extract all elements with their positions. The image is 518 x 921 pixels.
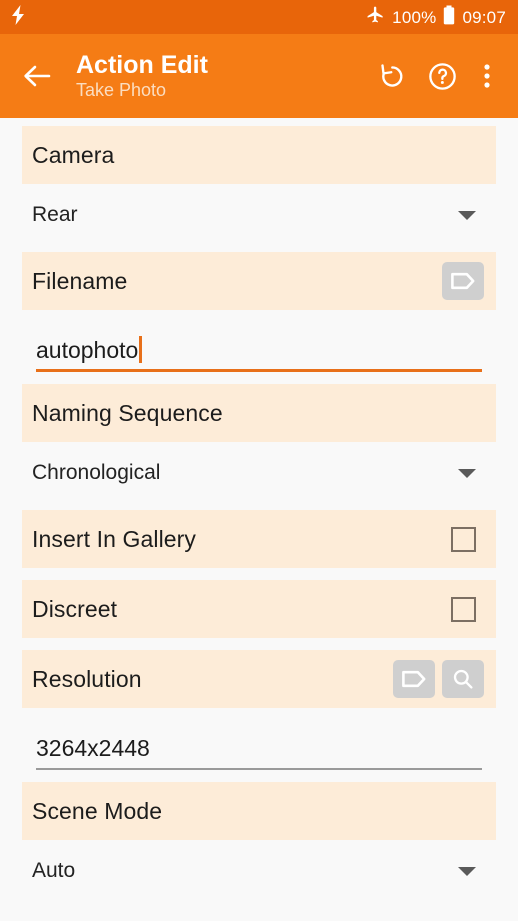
airplane-mode-icon — [366, 5, 385, 29]
filename-underline — [36, 369, 482, 372]
status-bar: 100% 09:07 — [0, 0, 518, 34]
status-bar-left — [10, 4, 26, 30]
resolution-actions — [393, 660, 484, 698]
filename-input[interactable]: autophoto — [36, 335, 482, 372]
app-toolbar: Action Edit Take Photo — [0, 34, 518, 118]
field-label-resolution: Resolution — [22, 650, 496, 708]
insert-in-gallery-checkbox[interactable] — [451, 526, 476, 552]
page-subtitle: Take Photo — [76, 79, 167, 100]
naming-sequence-value: Chronological — [32, 461, 161, 484]
resolution-input[interactable]: 3264x2448 — [36, 734, 482, 770]
back-arrow-icon — [24, 65, 51, 87]
filename-label: Filename — [32, 267, 128, 294]
filename-tag-button[interactable] — [442, 262, 484, 300]
resolution-field-row[interactable]: 3264x2448 — [22, 708, 496, 770]
text-cursor — [139, 335, 143, 363]
help-button[interactable] — [420, 52, 464, 100]
camera-spinner[interactable]: Rear — [22, 184, 496, 246]
clock-text: 09:07 — [462, 7, 506, 27]
field-row-discreet[interactable]: Discreet — [22, 580, 496, 638]
field-label-camera: Camera — [22, 126, 496, 184]
lightning-bolt-icon — [10, 4, 26, 30]
camera-value: Rear — [32, 203, 78, 226]
naming-sequence-label: Naming Sequence — [32, 399, 223, 426]
chevron-down-icon — [458, 866, 476, 876]
back-button[interactable] — [12, 51, 62, 101]
filename-field-row[interactable]: autophoto — [22, 310, 496, 372]
discreet-label: Discreet — [32, 595, 118, 622]
toolbar-title-block: Action Edit Take Photo — [76, 51, 370, 102]
battery-full-icon — [443, 5, 455, 30]
discreet-checkbox[interactable] — [451, 596, 476, 622]
resolution-tag-button[interactable] — [393, 660, 435, 698]
scene-mode-label: Scene Mode — [32, 797, 163, 824]
insert-in-gallery-label: Insert In Gallery — [32, 525, 197, 552]
page-title: Action Edit — [76, 50, 208, 79]
field-label-filename: Filename — [22, 252, 496, 310]
status-bar-right: 100% 09:07 — [366, 5, 506, 30]
naming-sequence-spinner[interactable]: Chronological — [22, 442, 496, 504]
undo-icon — [381, 64, 403, 87]
resolution-label: Resolution — [32, 665, 142, 692]
tag-icon — [451, 272, 475, 290]
chevron-down-icon — [458, 210, 476, 220]
field-row-insert-in-gallery[interactable]: Insert In Gallery — [22, 510, 496, 568]
resolution-underline — [36, 768, 482, 770]
resolution-value: 3264x2448 — [36, 734, 150, 761]
insert-in-gallery-actions — [451, 526, 484, 552]
filename-actions — [442, 262, 484, 300]
tag-icon — [402, 670, 426, 688]
help-icon — [428, 62, 456, 90]
resolution-search-button[interactable] — [442, 660, 484, 698]
overflow-menu-icon — [484, 64, 490, 88]
discreet-actions — [451, 596, 484, 622]
action-edit-form: Camera Rear Filename autophoto Naming Se… — [0, 118, 518, 902]
battery-percent-text: 100% — [392, 7, 437, 27]
toolbar-actions — [370, 52, 504, 100]
filename-value: autophoto — [36, 336, 139, 363]
undo-button[interactable] — [370, 52, 414, 100]
scene-mode-value: Auto — [32, 859, 76, 882]
field-label-scene-mode: Scene Mode — [22, 782, 496, 840]
field-label-naming-sequence: Naming Sequence — [22, 384, 496, 442]
search-icon — [453, 669, 473, 689]
scene-mode-spinner[interactable]: Auto — [22, 840, 496, 902]
chevron-down-icon — [458, 468, 476, 478]
camera-label: Camera — [32, 141, 115, 168]
overflow-menu-button[interactable] — [470, 52, 504, 100]
